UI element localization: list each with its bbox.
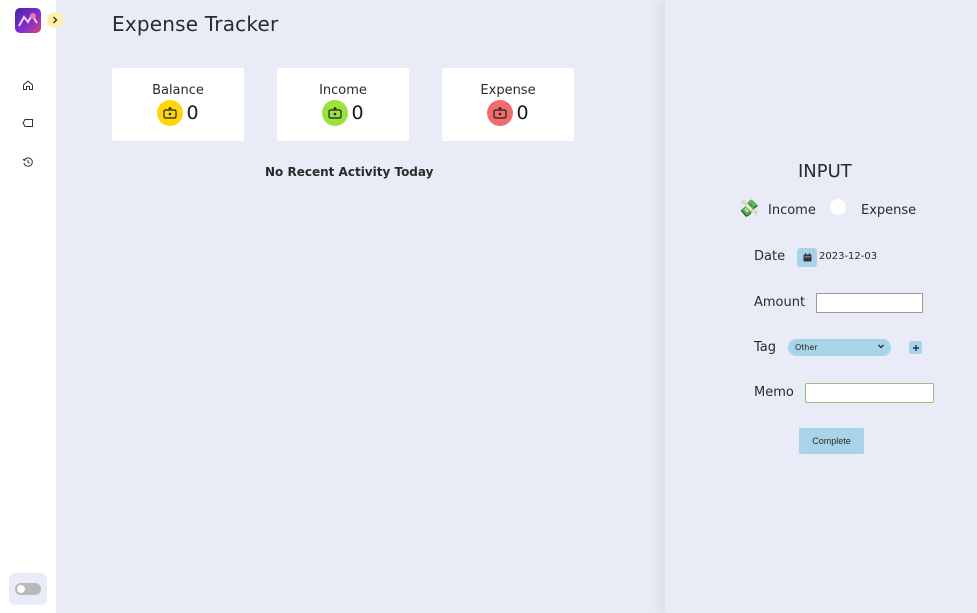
tag-label: Tag (754, 340, 777, 355)
history-icon[interactable] (20, 154, 36, 170)
memo-input[interactable] (805, 383, 934, 403)
tag-select-value: Other (795, 343, 818, 352)
plus-icon (912, 344, 919, 351)
income-label: Income (319, 83, 367, 98)
type-expense-label[interactable]: Expense (861, 203, 916, 218)
home-icon[interactable] (20, 77, 36, 93)
complete-button[interactable]: Complete (799, 428, 864, 454)
amount-input[interactable] (816, 293, 923, 313)
expense-value: 0 (516, 102, 529, 124)
chevron-down-icon (877, 342, 885, 352)
balance-card: Balance 0 (112, 68, 244, 141)
sidebar (0, 0, 63, 613)
date-label: Date (754, 249, 786, 264)
amount-label: Amount (754, 295, 806, 310)
date-value[interactable]: 2023-12-03 (819, 251, 877, 262)
chevron-right-icon[interactable] (47, 12, 63, 28)
theme-toggle[interactable] (15, 583, 41, 595)
expense-label: Expense (480, 83, 536, 98)
transaction-type-group: 💸 Income Expense (665, 199, 977, 223)
balance-label: Balance (152, 83, 204, 98)
wallet-icon (322, 100, 349, 126)
balance-value: 0 (186, 102, 199, 124)
tag-icon[interactable] (20, 115, 36, 131)
theme-toggle-container (9, 573, 47, 605)
expense-card: Expense 0 (442, 68, 574, 141)
empty-activity-message: No Recent Activity Today (265, 165, 434, 179)
page-title: Expense Tracker (112, 12, 279, 36)
app-logo[interactable] (15, 8, 41, 33)
tag-select[interactable]: Other (788, 339, 891, 356)
income-value: 0 (351, 102, 364, 124)
money-with-wings-icon[interactable]: 💸 (738, 199, 759, 219)
input-panel: INPUT 💸 Income Expense Date 2023-12-03 A… (665, 0, 977, 613)
type-income-label[interactable]: Income (768, 203, 816, 218)
wallet-icon (157, 100, 184, 126)
income-card: Income 0 (277, 68, 409, 141)
wallet-icon (487, 100, 514, 126)
memo-label: Memo (754, 385, 794, 400)
calendar-icon[interactable] (797, 248, 817, 267)
add-tag-button[interactable] (909, 341, 922, 354)
input-title: INPUT (798, 161, 852, 182)
type-expense-radio[interactable] (830, 199, 846, 215)
